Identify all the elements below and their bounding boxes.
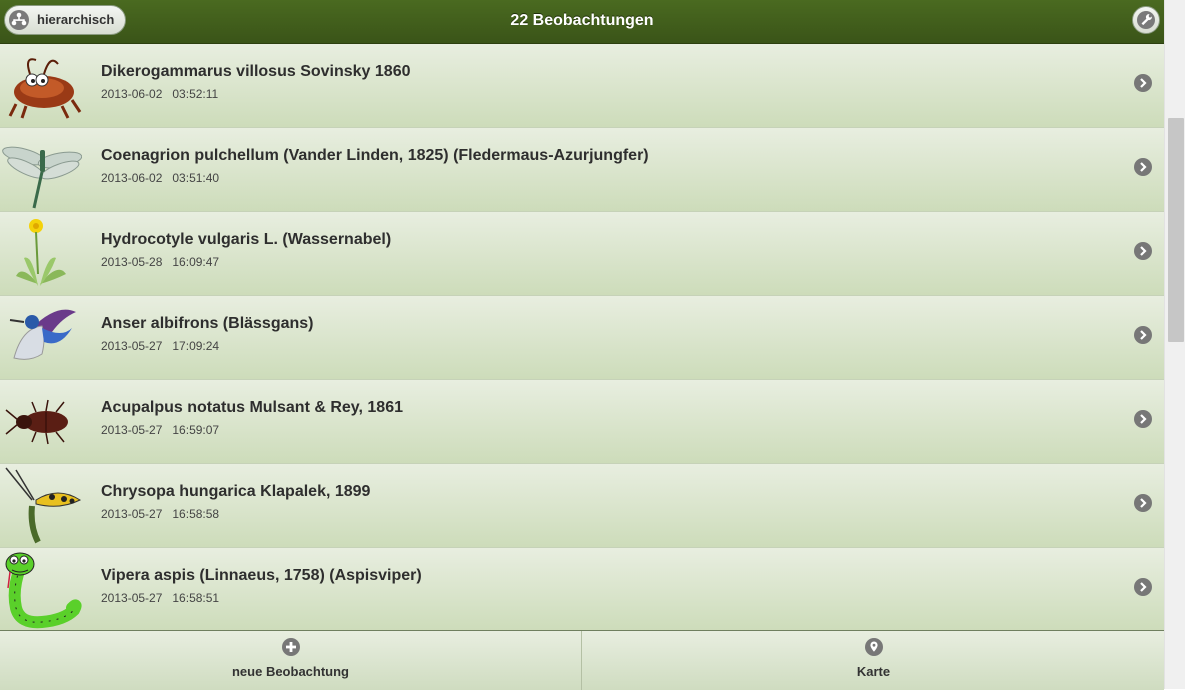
observation-name: Vipera aspis (Linnaeus, 1758) (Aspisvipe… bbox=[101, 567, 422, 584]
list-item[interactable]: Hydrocotyle vulgaris L. (Wassernabel) 20… bbox=[0, 212, 1164, 296]
observation-name: Dikerogammarus villosus Sovinsky 1860 bbox=[101, 63, 411, 80]
bird-image bbox=[2, 298, 82, 378]
chevron-right-icon bbox=[1134, 242, 1152, 260]
wrench-icon bbox=[1137, 11, 1155, 29]
map-label: Karte bbox=[856, 664, 891, 679]
observation-name: Anser albifrons (Blässgans) bbox=[101, 315, 314, 332]
plant-image bbox=[2, 214, 82, 294]
chevron-right-icon bbox=[1134, 158, 1152, 176]
observation-list: Dikerogammarus villosus Sovinsky 1860 20… bbox=[0, 44, 1164, 630]
list-item[interactable]: Coenagrion pulchellum (Vander Linden, 18… bbox=[0, 128, 1164, 212]
observation-name: Coenagrion pulchellum (Vander Linden, 18… bbox=[101, 147, 649, 164]
observation-date: 2013-05-27 16:58:51 bbox=[101, 591, 220, 605]
hierarchy-icon bbox=[9, 10, 29, 30]
chevron-right-icon bbox=[1134, 410, 1152, 428]
settings-button[interactable] bbox=[1132, 6, 1160, 34]
plus-icon bbox=[281, 638, 300, 656]
observation-date: 2013-05-28 16:09:47 bbox=[101, 255, 220, 269]
observation-date: 2013-05-27 16:59:07 bbox=[101, 423, 220, 437]
observation-date: 2013-06-02 03:51:40 bbox=[101, 171, 220, 185]
observation-name: Hydrocotyle vulgaris L. (Wassernabel) bbox=[101, 231, 392, 248]
list-item[interactable]: Dikerogammarus villosus Sovinsky 1860 20… bbox=[0, 44, 1164, 128]
list-item[interactable]: Acupalpus notatus Mulsant & Rey, 1861 20… bbox=[0, 380, 1164, 464]
lacewing-image bbox=[2, 466, 82, 546]
page-title: 22 Beobachtungen bbox=[510, 12, 654, 29]
observation-name: Acupalpus notatus Mulsant & Rey, 1861 bbox=[101, 399, 403, 416]
observation-date: 2013-06-02 03:52:11 bbox=[101, 87, 219, 101]
list-item[interactable]: Vipera aspis (Linnaeus, 1758) (Aspisvipe… bbox=[0, 548, 1164, 630]
hierarchical-button-label: hierarchisch bbox=[37, 12, 115, 27]
scrollbar[interactable] bbox=[1164, 0, 1185, 689]
beetle-image bbox=[2, 382, 82, 462]
new-observation-label: neue Beobachtung bbox=[231, 664, 349, 679]
chevron-right-icon bbox=[1134, 494, 1152, 512]
snake-image bbox=[2, 550, 82, 630]
observation-date: 2013-05-27 17:09:24 bbox=[101, 339, 220, 353]
map-button[interactable]: Karte bbox=[583, 631, 1164, 690]
list-item[interactable]: Anser albifrons (Blässgans) 2013-05-27 1… bbox=[0, 296, 1164, 380]
scrollbar-thumb[interactable] bbox=[1168, 118, 1184, 342]
chevron-right-icon bbox=[1134, 74, 1152, 92]
chevron-right-icon bbox=[1134, 326, 1152, 344]
damselfly-image bbox=[2, 130, 83, 210]
list-item[interactable]: Chrysopa hungarica Klapalek, 1899 2013-0… bbox=[0, 464, 1164, 548]
location-pin-icon bbox=[864, 638, 883, 656]
header-bar: 22 Beobachtungen hierarchisch bbox=[0, 0, 1164, 44]
new-observation-button[interactable]: neue Beobachtung bbox=[0, 631, 582, 690]
hierarchical-button[interactable]: hierarchisch bbox=[4, 5, 126, 35]
footer-navbar: neue Beobachtung Karte bbox=[0, 630, 1164, 690]
amphipod-image bbox=[2, 46, 82, 126]
observation-name: Chrysopa hungarica Klapalek, 1899 bbox=[101, 483, 371, 500]
chevron-right-icon bbox=[1134, 578, 1152, 596]
observation-date: 2013-05-27 16:58:58 bbox=[101, 507, 220, 521]
